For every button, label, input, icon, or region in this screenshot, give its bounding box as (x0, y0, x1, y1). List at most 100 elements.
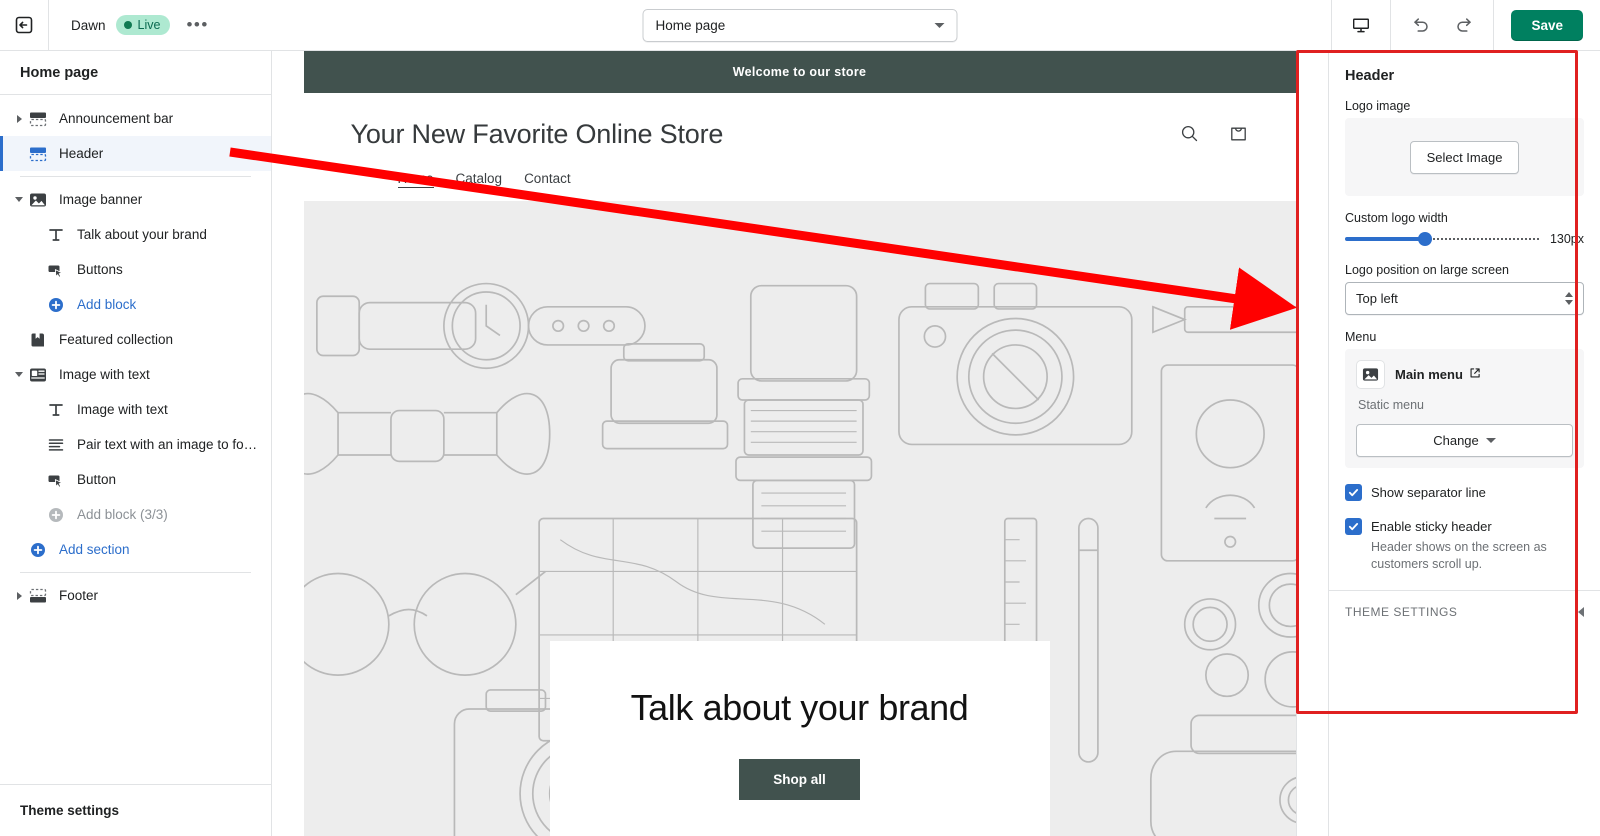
sidebar-item-add-block-3-3[interactable]: Add block (3/3) (0, 497, 271, 532)
external-link-icon[interactable] (1469, 367, 1481, 382)
collection-tag-icon (28, 330, 48, 350)
menu-name: Main menu (1395, 367, 1463, 382)
paragraph-icon (46, 435, 66, 455)
theme-settings-link[interactable]: THEME SETTINGS (1329, 591, 1600, 619)
logo-image-picker[interactable]: Select Image (1345, 118, 1584, 196)
sidebar-item-add-block[interactable]: Add block (0, 287, 271, 322)
text-block-icon (46, 225, 66, 245)
slider-filled-track (1345, 237, 1425, 241)
redo-arrow-icon[interactable] (1449, 10, 1479, 40)
logo-image-field: Logo image Select Image (1329, 99, 1600, 196)
status-dot-icon (124, 21, 132, 29)
hero-heading: Talk about your brand (631, 687, 969, 729)
status-badge: Live (116, 15, 171, 35)
image-placeholder-icon (1356, 360, 1385, 389)
image-banner-section[interactable]: Talk about your brand Shop all (304, 201, 1296, 836)
select-stepper-icon (1565, 292, 1573, 305)
change-menu-button[interactable]: Change (1356, 424, 1573, 457)
menu-name-row[interactable]: Main menu (1395, 367, 1481, 382)
sidebar-item-label: Buttons (77, 262, 123, 277)
menu-subtitle: Static menu (1358, 398, 1573, 412)
checkbox-row-show-separator-line[interactable]: Show separator line (1329, 483, 1600, 502)
section-settings-panel: Header Logo image Select Image Custom lo… (1328, 51, 1600, 836)
menu-field: Menu Main menu (1329, 330, 1600, 468)
store-nav-item-contact[interactable]: Contact (524, 171, 571, 188)
sidebar-item-buttons[interactable]: Buttons (0, 252, 271, 287)
tree-twisty[interactable] (10, 115, 28, 123)
checkbox-row-enable-sticky-header[interactable]: Enable sticky header Header shows on the … (1329, 517, 1600, 573)
history-group (1390, 0, 1493, 50)
select-image-button[interactable]: Select Image (1410, 141, 1520, 174)
chevron-down-icon (935, 23, 945, 28)
sidebar-item-image-with-text[interactable]: Image with text (0, 392, 271, 427)
text-block-icon (46, 400, 66, 420)
sidebar-item-label: Featured collection (59, 332, 173, 347)
sidebar-item-pair-text-with-an-image-to-focu[interactable]: Pair text with an image to focu... (0, 427, 271, 462)
sidebar-title: Home page (0, 51, 271, 95)
store-header[interactable]: Your New Favorite Online Store (304, 93, 1296, 201)
store-preview: Welcome to our store Your New Favorite O… (272, 51, 1328, 836)
logo-position-value: Top left (1356, 291, 1565, 306)
logo-position-select[interactable]: Top left (1345, 282, 1584, 315)
sidebar-theme-settings-button[interactable]: Theme settings (0, 784, 271, 836)
chevron-down-icon (1486, 438, 1496, 443)
store-header-icons (1179, 119, 1249, 149)
button-block-icon (46, 470, 66, 490)
sidebar-item-add-section[interactable]: Add section (0, 532, 271, 567)
sidebar-item-footer[interactable]: Footer (0, 578, 271, 613)
custom-logo-width-field: Custom logo width 130px (1329, 211, 1600, 248)
checkbox-checked-icon[interactable] (1345, 518, 1362, 535)
section-header-icon (28, 144, 48, 164)
sidebar-divider (20, 572, 251, 573)
checkbox-checked-icon[interactable] (1345, 484, 1362, 501)
sidebar-item-image-banner[interactable]: Image banner (0, 182, 271, 217)
sidebar-item-header[interactable]: Header (0, 136, 271, 171)
custom-logo-width-value: 130px (1550, 232, 1584, 246)
save-button[interactable]: Save (1511, 10, 1583, 41)
store-title: Your New Favorite Online Store (351, 119, 724, 150)
more-actions-button[interactable]: ••• (180, 20, 214, 30)
menu-row: Main menu (1356, 360, 1573, 389)
image-icon (28, 190, 48, 210)
exit-to-app-icon[interactable] (0, 0, 49, 50)
store-nav-item-home[interactable]: Home (398, 171, 434, 188)
logo-position-field: Logo position on large screen Top left (1329, 263, 1600, 315)
save-group: Save (1493, 0, 1600, 50)
store-nav-item-catalog[interactable]: Catalog (456, 171, 503, 188)
tree-twisty[interactable] (10, 197, 28, 202)
tree-twisty[interactable] (10, 372, 28, 377)
menu-label: Menu (1345, 330, 1584, 344)
checkbox-help-text: Header shows on the screen as customers … (1371, 539, 1584, 573)
plus-circle-icon (46, 505, 66, 525)
theme-settings-label: THEME SETTINGS (1345, 605, 1457, 619)
sidebar-item-label: Header (59, 146, 103, 161)
shopping-bag-icon[interactable] (1228, 123, 1249, 149)
sidebar-item-image-with-text[interactable]: Image with text (0, 357, 271, 392)
preview-viewport: Welcome to our store Your New Favorite O… (304, 51, 1297, 836)
slider-thumb[interactable] (1418, 232, 1432, 246)
desktop-monitor-icon[interactable] (1346, 10, 1376, 40)
sidebar-item-label: Image with text (77, 402, 168, 417)
sidebar-item-label: Add block (3/3) (77, 507, 168, 522)
sidebar-item-label: Image banner (59, 192, 142, 207)
tree-twisty[interactable] (10, 592, 28, 600)
image-with-text-icon (28, 365, 48, 385)
custom-logo-width-label: Custom logo width (1345, 211, 1584, 225)
button-block-icon (46, 260, 66, 280)
page-selector[interactable]: Home page (643, 9, 958, 42)
sidebar-item-label: Image with text (59, 367, 150, 382)
slider-remaining-track (1425, 238, 1541, 240)
logo-position-label: Logo position on large screen (1345, 263, 1584, 277)
sidebar-item-button[interactable]: Button (0, 462, 271, 497)
shop-all-button[interactable]: Shop all (739, 759, 860, 800)
search-icon[interactable] (1179, 123, 1200, 149)
sidebar-item-featured-collection[interactable]: Featured collection (0, 322, 271, 357)
announcement-bar[interactable]: Welcome to our store (304, 51, 1296, 93)
image-banner-card: Talk about your brand Shop all (550, 641, 1050, 836)
sidebar-item-talk-about-your-brand[interactable]: Talk about your brand (0, 217, 271, 252)
undo-arrow-icon[interactable] (1405, 10, 1435, 40)
checkbox-label: Enable sticky header (1371, 519, 1492, 534)
custom-logo-width-slider[interactable] (1345, 230, 1541, 248)
sidebar-item-announcement-bar[interactable]: Announcement bar (0, 101, 271, 136)
sidebar-item-label: Footer (59, 588, 98, 603)
